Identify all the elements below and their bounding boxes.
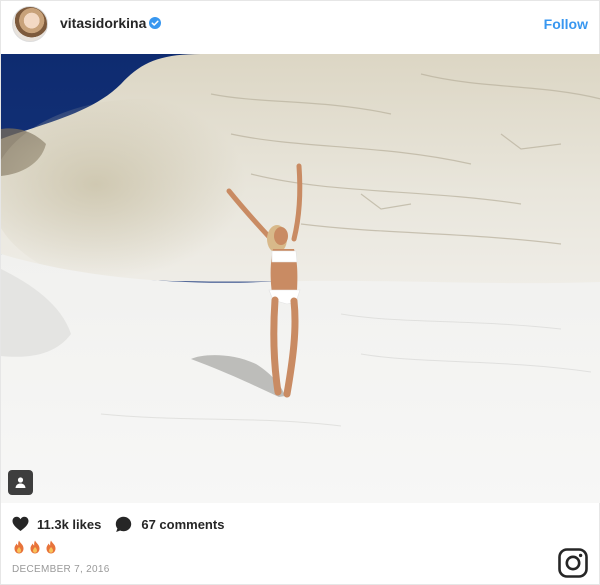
caption-emojis [12, 540, 58, 554]
verified-badge-icon [149, 17, 161, 29]
post-header: vitasidorkina Follow [1, 1, 600, 53]
fire-emoji [30, 540, 40, 554]
heart-icon[interactable] [12, 516, 29, 532]
username[interactable]: vitasidorkina [60, 15, 146, 31]
post-photo[interactable] [1, 54, 600, 503]
instagram-icon[interactable] [558, 548, 588, 578]
follow-button[interactable]: Follow [544, 16, 588, 32]
engagement-bar: 11.3k likes 67 comments [12, 515, 224, 533]
user-tag-icon[interactable] [8, 470, 33, 495]
fire-emoji [46, 540, 56, 554]
avatar[interactable] [12, 6, 48, 42]
comment-bubble-icon[interactable] [115, 516, 132, 533]
instagram-embed-card: vitasidorkina Follow 11.3k likes 67 comm… [0, 0, 600, 585]
fire-emoji [14, 540, 24, 554]
beach-photo [1, 54, 600, 503]
likes-count: 11.3k likes [37, 516, 102, 532]
comments-count[interactable]: 67 comments [141, 517, 224, 532]
post-date: DECEMBER 7, 2016 [12, 564, 110, 575]
